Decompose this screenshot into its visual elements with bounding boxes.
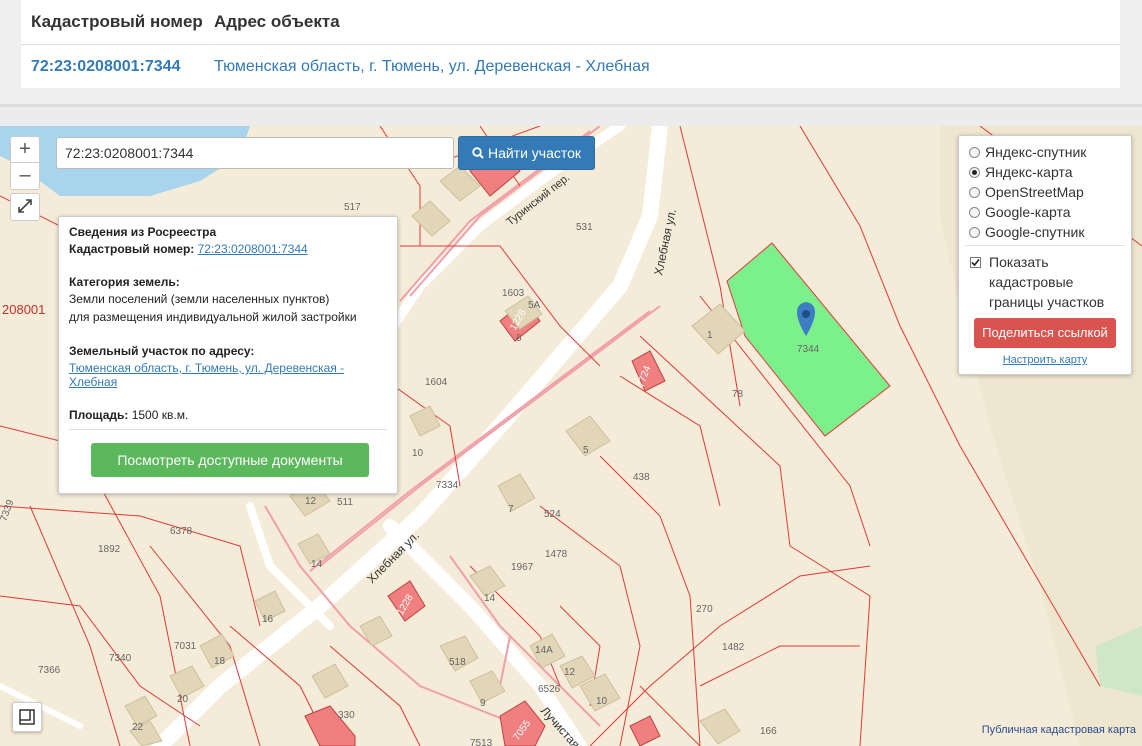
layers-divider: [965, 245, 1125, 246]
house-label: 22: [132, 722, 144, 733]
house-label: 6: [516, 333, 522, 344]
parcel-label: 7513: [470, 738, 493, 746]
parcel-label: 438: [633, 472, 650, 483]
show-bounds-checkbox[interactable]: [970, 257, 981, 268]
parcel-label: 524: [544, 509, 561, 520]
house-label: 5А: [528, 300, 541, 311]
parcel-label: 7031: [174, 641, 197, 652]
info-divider: [69, 429, 387, 430]
info-title: Сведения из Росреестра: [69, 225, 217, 239]
parcel-label: 6526: [538, 684, 561, 695]
cadastral-map[interactable]: 7344 208001 Хлебная ул. Хлебная ул. Лучи…: [0, 126, 1142, 746]
info-cadastral: Кадастровый номер: 72:23:0208001:7344: [69, 242, 308, 256]
view-documents-button[interactable]: Посмотреть доступные документы: [91, 443, 369, 477]
house-label: 10: [412, 448, 424, 459]
parcel-label: 166: [760, 726, 777, 737]
layer-label[interactable]: Google-спутник: [985, 224, 1084, 240]
row-address-link[interactable]: Тюменская область, г. Тюмень, ул. Дереве…: [214, 58, 650, 76]
parcel-label: 78: [732, 389, 744, 400]
house-label: 9: [480, 698, 486, 709]
house-label: 12: [305, 496, 317, 507]
house-label: 20: [177, 694, 189, 705]
table-header: Кадастровый номер Адрес объекта: [21, 0, 1120, 45]
configure-map-link[interactable]: Настроить карту: [959, 354, 1131, 366]
parcel-label: 7366: [38, 665, 61, 676]
parcel-number-label: 7344: [797, 344, 820, 355]
col-cadastral-header: Кадастровый номер: [31, 12, 203, 31]
parcel-label: 270: [696, 604, 713, 615]
house-label: 18: [214, 656, 226, 667]
parcel-label: 7340: [109, 653, 132, 664]
find-parcel-button[interactable]: Найти участок: [458, 136, 595, 170]
house-label: 1: [707, 330, 713, 341]
parcel-label: 1604: [425, 377, 448, 388]
layer-label[interactable]: Яндекс-спутник: [985, 144, 1086, 160]
parcel-label: 511: [337, 497, 353, 508]
row-cadastral-link[interactable]: 72:23:0208001:7344: [31, 58, 180, 76]
show-bounds-label[interactable]: границы участков: [989, 294, 1104, 310]
house-label: 7: [508, 504, 514, 515]
fullscreen-button[interactable]: [10, 193, 40, 221]
layer-radio-google-satellite[interactable]: [969, 227, 980, 238]
copyright-link[interactable]: Публичная кадастровая карта: [982, 724, 1136, 736]
layer-radio-google-map[interactable]: [969, 207, 980, 218]
parcel-label: 1482: [722, 642, 745, 653]
info-address-label: Земельный участок по адресу:: [69, 344, 255, 358]
col-address-header: Адрес объекта: [214, 12, 340, 31]
parcel-label: 517: [344, 202, 361, 213]
info-category-label: Категория земель:: [69, 275, 180, 289]
info-area: Площадь: 1500 кв.м.: [69, 408, 189, 422]
parcel-marker-dot: [802, 310, 810, 318]
layer-switcher: Яндекс-спутник Яндекс-карта OpenStreetMa…: [958, 135, 1132, 375]
parcel-label: 518: [449, 657, 466, 668]
parcel-label: 6378: [170, 526, 193, 537]
share-link-button[interactable]: Поделиться ссылкой: [974, 318, 1116, 348]
parcel-label: 1478: [545, 549, 568, 560]
checkmark-icon: [971, 258, 980, 267]
layer-label[interactable]: OpenStreetMap: [985, 184, 1084, 200]
layer-radio-yandex-satellite[interactable]: [969, 147, 980, 158]
show-bounds-label[interactable]: Показать: [989, 254, 1049, 270]
house-label: 5: [583, 445, 589, 456]
block-number-label: 208001: [2, 302, 45, 317]
house-label: 14А: [535, 645, 553, 656]
expand-icon: [18, 199, 32, 213]
info-cadastral-link[interactable]: 72:23:0208001:7344: [198, 242, 308, 256]
info-category-line2: для размещения индивидуальной жилой заст…: [69, 310, 357, 324]
house-label: 10: [596, 696, 608, 707]
house-label: 14: [484, 593, 496, 604]
parcel-label: 7334: [436, 480, 459, 491]
zoom-out-button[interactable]: –: [10, 162, 40, 190]
layer-label[interactable]: Google-карта: [985, 204, 1071, 220]
house-label: 12: [564, 667, 576, 678]
results-table: Кадастровый номер Адрес объекта 72:23:02…: [21, 0, 1120, 88]
target-parcel[interactable]: [726, 242, 891, 437]
parcel-label: 330: [338, 710, 355, 721]
search-input[interactable]: [56, 137, 454, 169]
show-bounds-label[interactable]: кадастровые: [989, 274, 1073, 290]
find-parcel-label: Найти участок: [487, 145, 582, 161]
parcel-label: 1967: [511, 562, 534, 573]
layer-radio-yandex-map[interactable]: [969, 167, 980, 178]
info-address-link[interactable]: Тюменская область, г. Тюмень, ул. Дереве…: [69, 361, 344, 389]
search-icon: [472, 147, 484, 159]
layer-label[interactable]: Яндекс-карта: [985, 164, 1072, 180]
parcel-info-popup: Сведения из Росреестра Кадастровый номер…: [58, 216, 398, 494]
parcel-label: 531: [576, 222, 593, 233]
ruler-button[interactable]: [12, 702, 42, 732]
house-label: 16: [262, 614, 274, 625]
zoom-in-button[interactable]: +: [10, 136, 40, 164]
info-category-line1: Земли поселений (земли населенных пункто…: [69, 292, 330, 306]
layer-radio-osm[interactable]: [969, 187, 980, 198]
parcel-label: 7339: [0, 498, 17, 523]
parcel-label: 1892: [98, 544, 121, 555]
results-panel: Кадастровый номер Адрес объекта 72:23:02…: [0, 0, 1142, 107]
ruler-icon: [19, 709, 35, 725]
house-label: 14: [311, 559, 323, 570]
parcel-label: 1603: [502, 288, 525, 299]
